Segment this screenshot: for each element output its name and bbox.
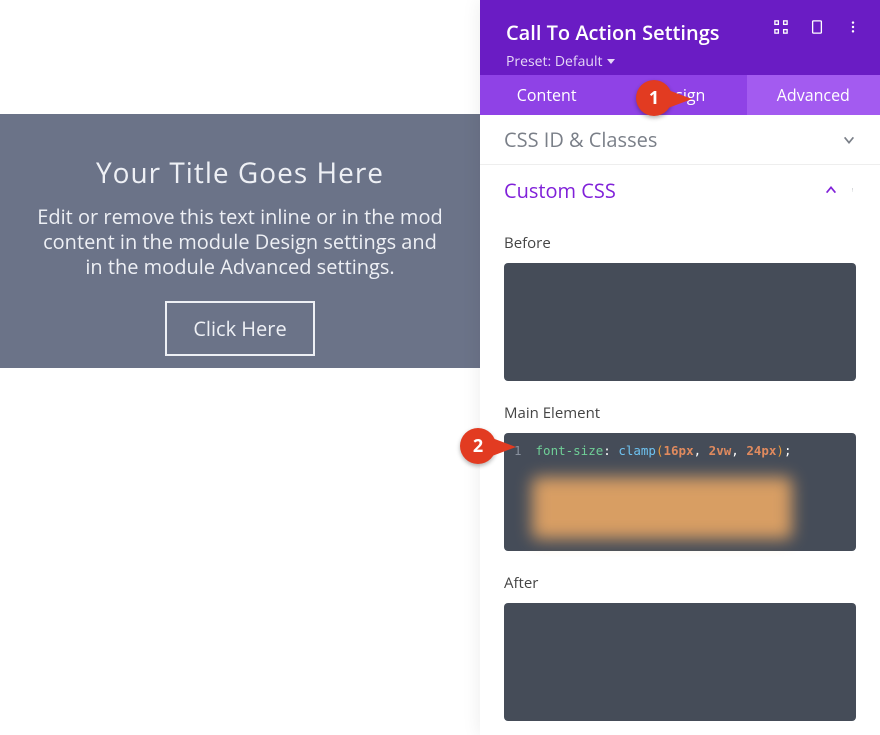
panel-header: Call To Action Settings Preset: Default: [480, 0, 880, 75]
main-element-code-input[interactable]: 1 font-size: clamp(16px, 2vw, 24px);: [504, 433, 856, 551]
open-paren-token: (: [656, 443, 664, 458]
more-vertical-icon[interactable]: [846, 20, 860, 34]
before-code-input[interactable]: [504, 263, 856, 381]
after-code-input[interactable]: [504, 603, 856, 721]
comma-token: ,: [694, 443, 709, 458]
preset-selector[interactable]: Preset: Default: [506, 52, 854, 71]
preview-desc-line: Edit or remove this text inline or in th…: [37, 203, 442, 230]
section-label: CSS ID & Classes: [504, 126, 657, 153]
cta-button[interactable]: Click Here: [165, 301, 314, 356]
preview-title: Your Title Goes Here: [96, 154, 384, 192]
css-property-token: font-size: [536, 443, 604, 458]
blurred-content: [532, 477, 792, 539]
field-label-after: After: [504, 573, 856, 593]
annotation-badge-1: 1: [636, 80, 672, 116]
css-function-token: clamp: [618, 443, 656, 458]
section-css-id-classes[interactable]: CSS ID & Classes: [480, 115, 880, 165]
value-token: 2vw: [709, 443, 732, 458]
preview-description: Edit or remove this text inline or in th…: [0, 204, 480, 279]
fullscreen-icon[interactable]: [774, 20, 788, 34]
chevron-up-icon: [824, 183, 838, 197]
preview-desc-line: in the module Advanced settings.: [85, 253, 394, 280]
code-line: 1 font-size: clamp(16px, 2vw, 24px);: [514, 443, 846, 458]
close-paren-token: ): [776, 443, 784, 458]
cta-preview: Your Title Goes Here Edit or remove this…: [0, 114, 480, 368]
colon-token: :: [603, 443, 611, 458]
section-custom-css[interactable]: Custom CSS: [480, 165, 880, 215]
custom-css-fields: Before Main Element 1 font-size: clamp(1…: [480, 215, 880, 721]
tab-content[interactable]: Content: [480, 75, 613, 115]
semicolon-token: ;: [784, 443, 792, 458]
value-token: 16px: [664, 443, 694, 458]
caret-down-icon: [607, 59, 615, 64]
tab-advanced[interactable]: Advanced: [747, 75, 880, 115]
value-token: 24px: [746, 443, 776, 458]
header-icons: [774, 20, 860, 34]
more-vertical-icon[interactable]: [852, 183, 856, 197]
annotation-badge-2: 2: [460, 428, 496, 464]
field-label-before: Before: [504, 233, 856, 253]
preview-desc-line: content in the module Design settings an…: [43, 228, 437, 255]
settings-panel: Call To Action Settings Preset: Default: [480, 0, 880, 735]
comma-token: ,: [731, 443, 746, 458]
preset-label: Preset: Default: [506, 52, 602, 71]
chevron-down-icon: [842, 133, 856, 147]
section-label: Custom CSS: [504, 177, 616, 204]
tablet-icon[interactable]: [810, 20, 824, 34]
field-label-main-element: Main Element: [504, 403, 856, 423]
